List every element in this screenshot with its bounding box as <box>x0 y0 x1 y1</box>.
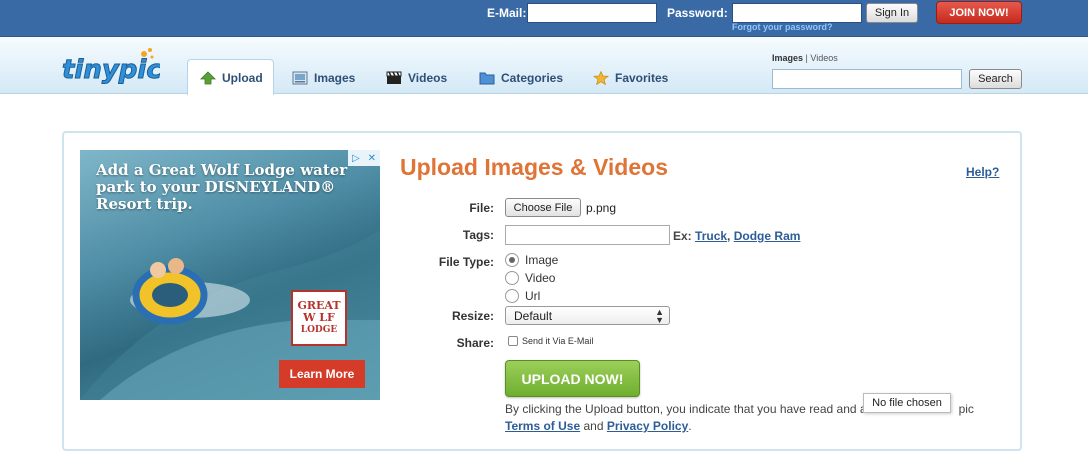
up-arrow-icon <box>200 70 216 84</box>
ad-close-icon: ✕ <box>367 152 377 164</box>
radio-url-label: Url <box>525 289 541 303</box>
share-email-label: Send it Via E-Mail <box>522 336 594 346</box>
clapperboard-icon <box>386 71 402 84</box>
file-type-label: File Type: <box>438 255 494 269</box>
tab-videos-label: Videos <box>408 71 448 85</box>
tab-videos[interactable]: Videos <box>386 63 447 93</box>
file-type-option-video[interactable]: Video <box>505 271 555 285</box>
chosen-file-name: p.png <box>586 201 617 215</box>
help-link[interactable]: Help? <box>966 165 999 179</box>
tab-images-label: Images <box>314 71 356 85</box>
legal-tail: pic <box>958 402 974 416</box>
privacy-policy-link[interactable]: Privacy Policy <box>607 419 688 433</box>
tab-upload[interactable]: Upload <box>187 59 274 95</box>
legal-and: and <box>583 419 604 433</box>
tab-favorites[interactable]: Favorites <box>593 63 668 93</box>
file-label: File: <box>469 201 494 215</box>
radio-video[interactable] <box>505 271 519 285</box>
radio-image-label: Image <box>525 253 559 267</box>
tab-categories[interactable]: Categories <box>479 63 563 93</box>
ad-info-icon: ▷ <box>351 152 360 164</box>
folder-icon <box>479 72 495 85</box>
file-type-option-url[interactable]: Url <box>505 289 540 303</box>
logo-text: tinypic <box>62 55 160 85</box>
star-icon <box>593 71 609 85</box>
logo-line-3: LODGE <box>300 325 338 335</box>
tab-upload-label: Upload <box>222 70 263 85</box>
tags-examples: Ex: Truck, Dodge Ram <box>673 229 800 243</box>
tags-label: Tags: <box>462 228 494 242</box>
tab-categories-label: Categories <box>501 71 564 85</box>
great-wolf-lodge-logo: GREAT W LF LODGE <box>291 290 347 346</box>
resize-select[interactable]: Default ▲ ▼ <box>505 306 670 325</box>
tags-input[interactable] <box>505 225 670 245</box>
resize-label: Resize: <box>451 309 494 323</box>
choose-file-button[interactable]: Choose File <box>505 198 581 217</box>
ad-choices-badge[interactable]: ▷ ✕ <box>348 150 380 166</box>
search-switch-images[interactable]: Images <box>772 53 803 63</box>
tab-favorites-label: Favorites <box>615 71 669 85</box>
search-input[interactable] <box>772 69 962 89</box>
radio-video-label: Video <box>525 271 556 285</box>
search-switch-videos[interactable]: Videos <box>810 53 837 63</box>
search-switch-separator: | <box>805 53 808 63</box>
join-now-button[interactable]: JOIN NOW! <box>936 1 1022 24</box>
legal-text: By clicking the Upload button, you indic… <box>505 402 867 416</box>
ex-separator: , <box>727 229 731 243</box>
search-button[interactable]: Search <box>969 69 1022 89</box>
resize-selected-value: Default <box>514 308 553 323</box>
upload-now-button[interactable]: UPLOAD NOW! <box>505 360 640 397</box>
select-arrows-icon: ▲ ▼ <box>655 307 664 325</box>
sign-in-button[interactable]: Sign In <box>866 3 918 23</box>
email-label: E-Mail: <box>487 6 527 20</box>
email-field[interactable] <box>527 3 657 23</box>
radio-url[interactable] <box>505 289 519 303</box>
tinypic-logo[interactable]: tinypic <box>60 44 160 92</box>
images-icon <box>292 71 308 85</box>
logo-line-2: W LF <box>303 311 335 324</box>
ex-prefix: Ex: <box>673 229 692 243</box>
share-email-checkbox[interactable] <box>508 336 518 346</box>
forgot-password-link[interactable]: Forgot your password? <box>732 22 833 32</box>
search-type-switch: Images | Videos <box>772 53 838 63</box>
share-label: Share: <box>456 336 494 350</box>
file-tooltip: No file chosen <box>863 393 951 413</box>
page-title: Upload Images & Videos <box>400 154 668 180</box>
password-field[interactable] <box>732 3 862 23</box>
learn-more-button[interactable]: Learn More <box>279 360 365 388</box>
password-label: Password: <box>667 6 728 20</box>
file-type-option-image[interactable]: Image <box>505 253 558 267</box>
radio-image[interactable] <box>505 253 519 267</box>
share-email-option[interactable]: Send it Via E-Mail <box>508 336 593 346</box>
ad-headline: Add a Great Wolf Lodge water park to you… <box>96 161 348 213</box>
example-dodge-ram-link[interactable]: Dodge Ram <box>734 229 801 243</box>
terms-of-use-link[interactable]: Terms of Use <box>505 419 580 433</box>
example-truck-link[interactable]: Truck <box>695 229 727 243</box>
legal-period: . <box>688 419 692 433</box>
tab-images[interactable]: Images <box>292 63 355 93</box>
